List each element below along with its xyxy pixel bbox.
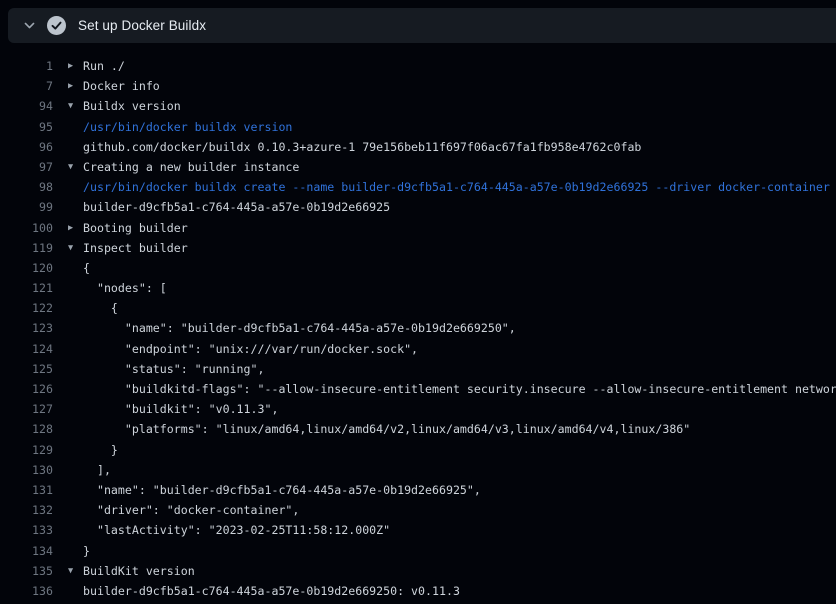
group-expanded-triangle-icon[interactable]: ▼ [68, 96, 83, 116]
line-number[interactable]: 121 [0, 278, 53, 298]
line-number[interactable]: 99 [0, 197, 53, 217]
log-output-text: builder-d9cfb5a1-c764-445a-a57e-0b19d2e6… [83, 581, 460, 601]
log-output-text: "lastActivity": "2023-02-25T11:58:12.000… [83, 520, 390, 540]
log-group-title: BuildKit version [83, 561, 195, 581]
line-number[interactable]: 133 [0, 520, 53, 540]
log-line: 120 { [0, 258, 836, 278]
log-line: 133 "lastActivity": "2023-02-25T11:58:12… [0, 520, 836, 540]
group-collapsed-triangle-icon[interactable]: ▶ [68, 56, 83, 76]
check-circle-icon [47, 16, 66, 35]
line-number[interactable]: 94 [0, 96, 53, 116]
log-output-text: "buildkitd-flags": "--allow-insecure-ent… [83, 379, 836, 399]
log-line: 126 "buildkitd-flags": "--allow-insecure… [0, 379, 836, 399]
log-line: 130 ], [0, 460, 836, 480]
log-line: 125 "status": "running", [0, 359, 836, 379]
log-group-line[interactable]: 94 ▼Buildx version [0, 96, 836, 116]
log-line: 121 "nodes": [ [0, 278, 836, 298]
log-output-text: "endpoint": "unix:///var/run/docker.sock… [83, 339, 418, 359]
log-output-text: } [83, 440, 118, 460]
line-number[interactable]: 125 [0, 359, 53, 379]
line-number[interactable]: 100 [0, 218, 53, 238]
line-number[interactable]: 134 [0, 541, 53, 561]
log-output-text: { [83, 298, 118, 318]
log-group-title: Creating a new builder instance [83, 157, 299, 177]
line-number[interactable]: 95 [0, 117, 53, 137]
log-output-text: "nodes": [ [83, 278, 167, 298]
log-command-text: /usr/bin/docker buildx version [83, 117, 292, 137]
log-group-line[interactable]: 7 ▶Docker info [0, 76, 836, 96]
log-group-title: Run ./ [83, 56, 125, 76]
log-line: 136 builder-d9cfb5a1-c764-445a-a57e-0b19d… [0, 581, 836, 601]
line-number[interactable]: 120 [0, 258, 53, 278]
log-output-text: github.com/docker/buildx 0.10.3+azure-1 … [83, 137, 641, 157]
line-number[interactable]: 128 [0, 419, 53, 439]
log-line: 99 builder-d9cfb5a1-c764-445a-a57e-0b19d2… [0, 197, 836, 217]
group-collapsed-triangle-icon[interactable]: ▶ [68, 76, 83, 96]
line-number[interactable]: 119 [0, 238, 53, 258]
line-number[interactable]: 1 [0, 56, 53, 76]
log-line: 96 github.com/docker/buildx 0.10.3+azure-… [0, 137, 836, 157]
log-group-title: Buildx version [83, 96, 181, 116]
log-line: 128 "platforms": "linux/amd64,linux/amd6… [0, 419, 836, 439]
line-number[interactable]: 96 [0, 137, 53, 157]
log-line: 124 "endpoint": "unix:///var/run/docker.… [0, 339, 836, 359]
line-number[interactable]: 136 [0, 581, 53, 601]
line-number[interactable]: 135 [0, 561, 53, 581]
log-output-text: { [83, 258, 90, 278]
log-line: 95/usr/bin/docker buildx version [0, 117, 836, 137]
group-expanded-triangle-icon[interactable]: ▼ [68, 238, 83, 258]
line-number[interactable]: 123 [0, 318, 53, 338]
log-line: 122 { [0, 298, 836, 318]
log-output-text: "name": "builder-d9cfb5a1-c764-445a-a57e… [83, 318, 516, 338]
log-output-text: "platforms": "linux/amd64,linux/amd64/v2… [83, 419, 690, 439]
line-number[interactable]: 122 [0, 298, 53, 318]
log-group-line[interactable]: 119 ▼Inspect builder [0, 238, 836, 258]
line-number[interactable]: 98 [0, 177, 53, 197]
log-group-line[interactable]: 1 ▶Run ./ [0, 56, 836, 76]
line-number[interactable]: 132 [0, 500, 53, 520]
line-number[interactable]: 131 [0, 480, 53, 500]
log-line: 98/usr/bin/docker buildx create --name b… [0, 177, 836, 197]
log-group-title: Booting builder [83, 218, 188, 238]
log-group-title: Inspect builder [83, 238, 188, 258]
group-expanded-triangle-icon[interactable]: ▼ [68, 561, 83, 581]
group-collapsed-triangle-icon[interactable]: ▶ [68, 218, 83, 238]
log-viewer: 1▶Run ./7▶Docker info94▼Buildx version95… [0, 43, 836, 604]
line-number[interactable]: 129 [0, 440, 53, 460]
line-number[interactable]: 7 [0, 76, 53, 96]
group-expanded-triangle-icon[interactable]: ▼ [68, 157, 83, 177]
log-output-text: builder-d9cfb5a1-c764-445a-a57e-0b19d2e6… [83, 197, 390, 217]
line-number[interactable]: 124 [0, 339, 53, 359]
log-group-title: Docker info [83, 76, 160, 96]
log-line: 127 "buildkit": "v0.11.3", [0, 399, 836, 419]
log-group-line[interactable]: 135 ▼BuildKit version [0, 561, 836, 581]
log-output-text: ], [83, 460, 111, 480]
log-group-line[interactable]: 97 ▼Creating a new builder instance [0, 157, 836, 177]
chevron-down-icon[interactable] [22, 19, 36, 33]
line-number[interactable]: 127 [0, 399, 53, 419]
log-output-text: "status": "running", [83, 359, 264, 379]
log-line: 134} [0, 541, 836, 561]
line-number[interactable]: 130 [0, 460, 53, 480]
line-number[interactable]: 126 [0, 379, 53, 399]
log-output-text: "buildkit": "v0.11.3", [83, 399, 278, 419]
step-header[interactable]: Set up Docker Buildx [8, 8, 836, 43]
log-output-text: } [83, 541, 90, 561]
log-line: 123 "name": "builder-d9cfb5a1-c764-445a-… [0, 318, 836, 338]
log-line: 131 "name": "builder-d9cfb5a1-c764-445a-… [0, 480, 836, 500]
log-output-text: "driver": "docker-container", [83, 500, 299, 520]
line-number[interactable]: 97 [0, 157, 53, 177]
log-command-text: /usr/bin/docker buildx create --name bui… [83, 177, 836, 197]
log-line: 132 "driver": "docker-container", [0, 500, 836, 520]
log-line: 129 } [0, 440, 836, 460]
step-title: Set up Docker Buildx [78, 18, 206, 33]
log-group-line[interactable]: 100 ▶Booting builder [0, 218, 836, 238]
log-output-text: "name": "builder-d9cfb5a1-c764-445a-a57e… [83, 480, 481, 500]
